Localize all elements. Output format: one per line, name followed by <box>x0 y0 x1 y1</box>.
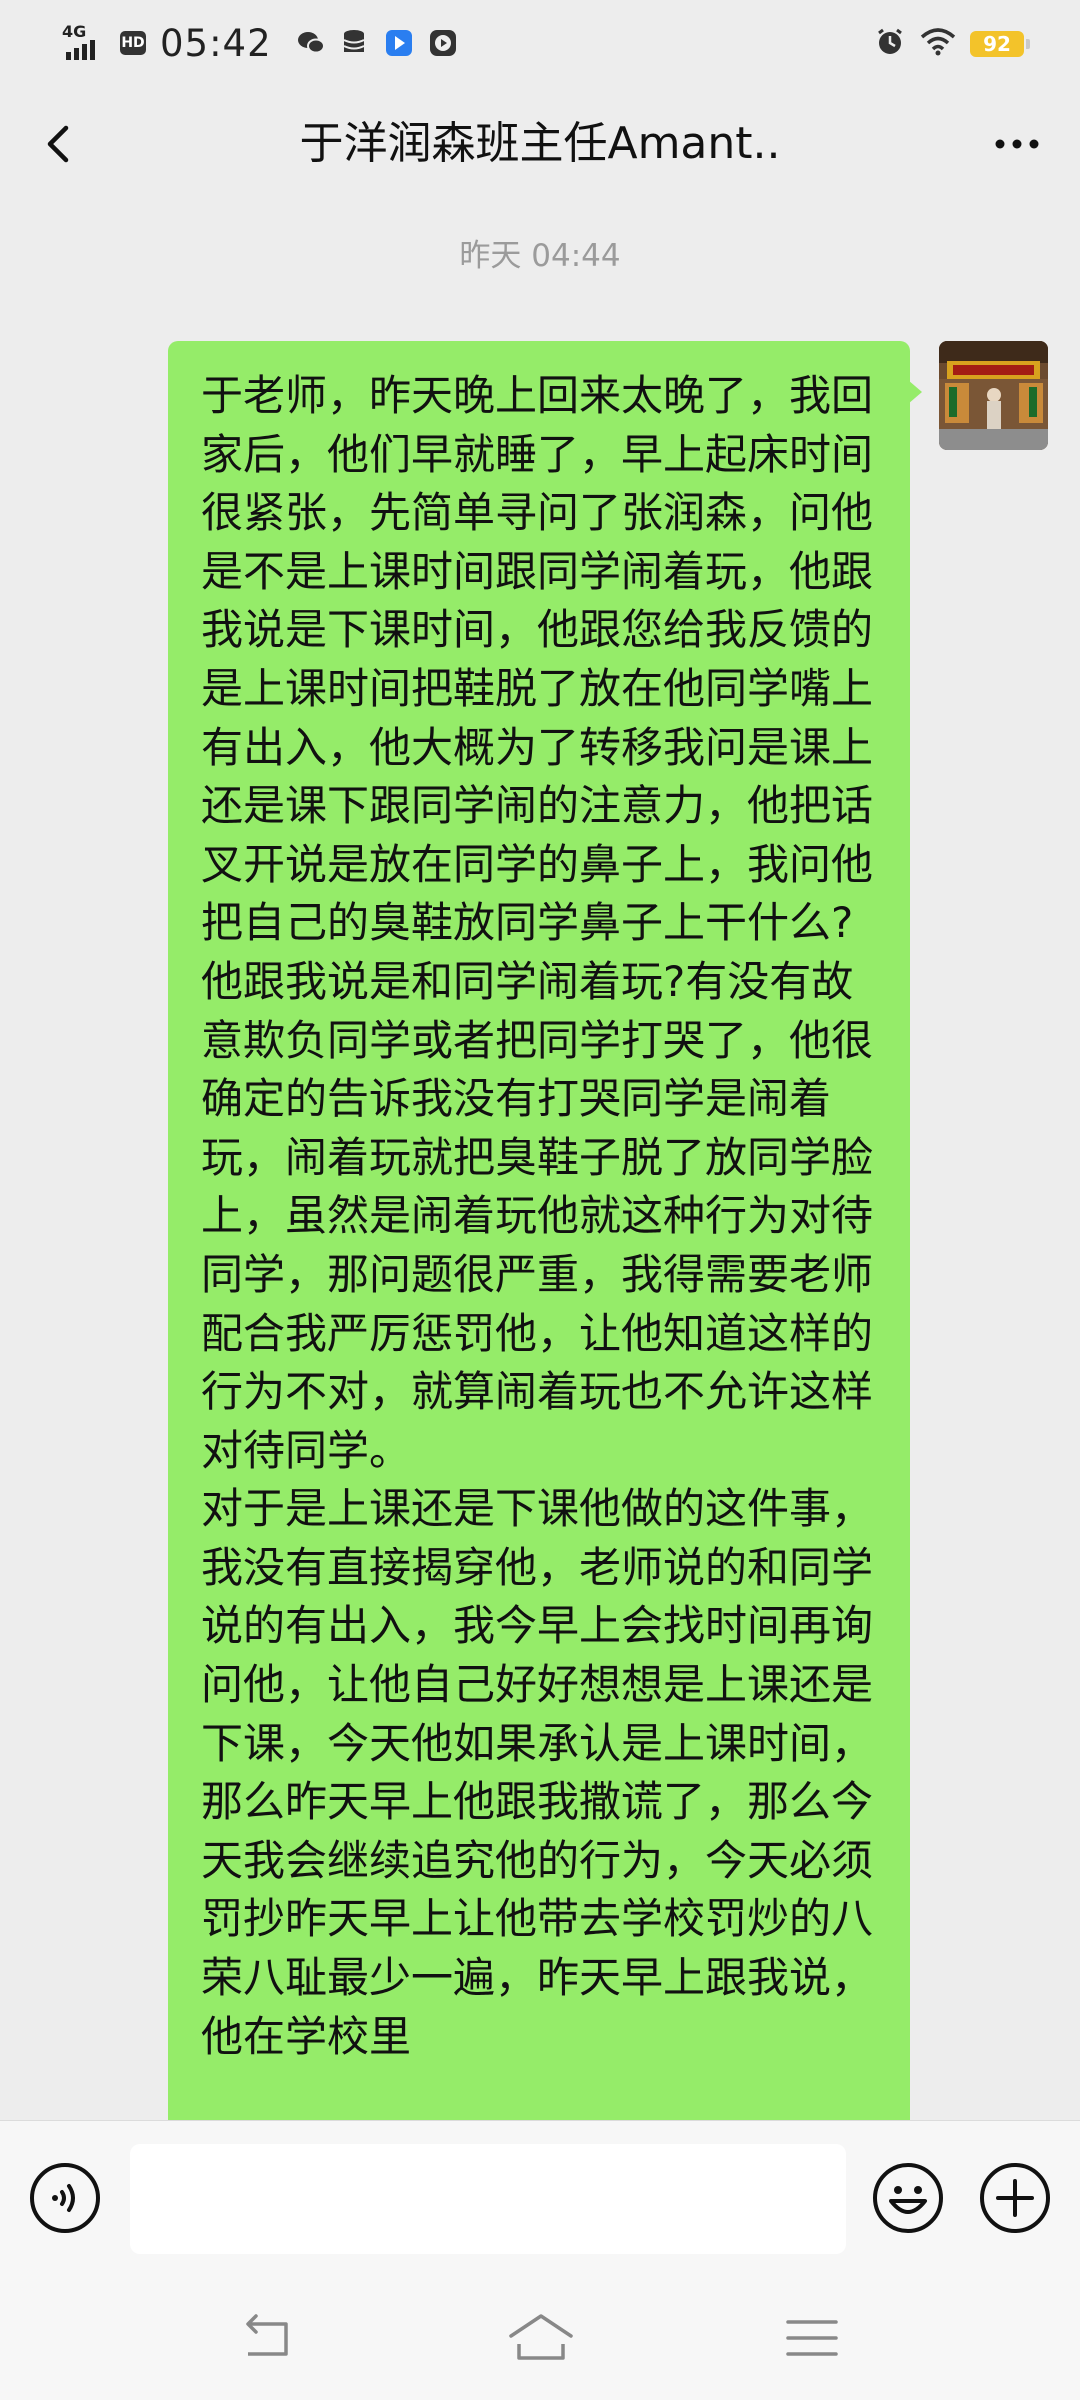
system-navigation-bar <box>0 2280 1080 2400</box>
sys-home-icon[interactable] <box>505 2308 577 2368</box>
alarm-icon <box>874 26 906 62</box>
sys-back-icon[interactable] <box>236 2310 298 2366</box>
wifi-icon <box>920 27 956 61</box>
message-text: 于老师，昨天晚上回来太晚了，我回家后，他们早就睡了，早上起床时间很紧张，先简单寻… <box>201 371 874 2061</box>
voice-icon[interactable] <box>28 2161 102 2235</box>
clock: 05:42 <box>160 21 272 65</box>
message-input[interactable] <box>130 2144 846 2254</box>
chat-header: 于洋润森班主任Amant.. <box>0 84 1080 214</box>
play-icon <box>428 28 458 58</box>
status-left: 4G HD 05:42 <box>62 18 458 68</box>
plus-icon[interactable] <box>978 2161 1052 2235</box>
bubble-tail <box>908 380 922 404</box>
app-blue-icon <box>384 28 414 58</box>
more-dots-icon[interactable] <box>982 114 1052 174</box>
message-bubble[interactable]: 于老师，昨天晚上回来太晚了，我回家后，他们早就睡了，早上起床时间很紧张，先简单寻… <box>168 341 910 2191</box>
signal-icon: 4G <box>62 22 112 64</box>
status-bar: 4G HD 05:42 92 <box>0 0 1080 84</box>
storage-icon <box>340 28 370 58</box>
emoji-icon[interactable] <box>871 2161 945 2235</box>
wechat-icon <box>296 28 326 58</box>
sys-menu-icon[interactable] <box>784 2312 840 2364</box>
chat-title: 于洋润森班主任Amant.. <box>299 118 781 169</box>
input-bar <box>0 2120 1080 2281</box>
back-chevron-icon[interactable] <box>30 114 90 174</box>
status-right: 92 <box>874 24 1030 64</box>
message-timestamp: 昨天 04:44 <box>459 238 621 274</box>
hd-badge: HD <box>120 31 146 55</box>
network-type: 4G <box>62 22 87 41</box>
battery-indicator: 92 <box>970 31 1030 57</box>
avatar[interactable] <box>939 341 1048 450</box>
